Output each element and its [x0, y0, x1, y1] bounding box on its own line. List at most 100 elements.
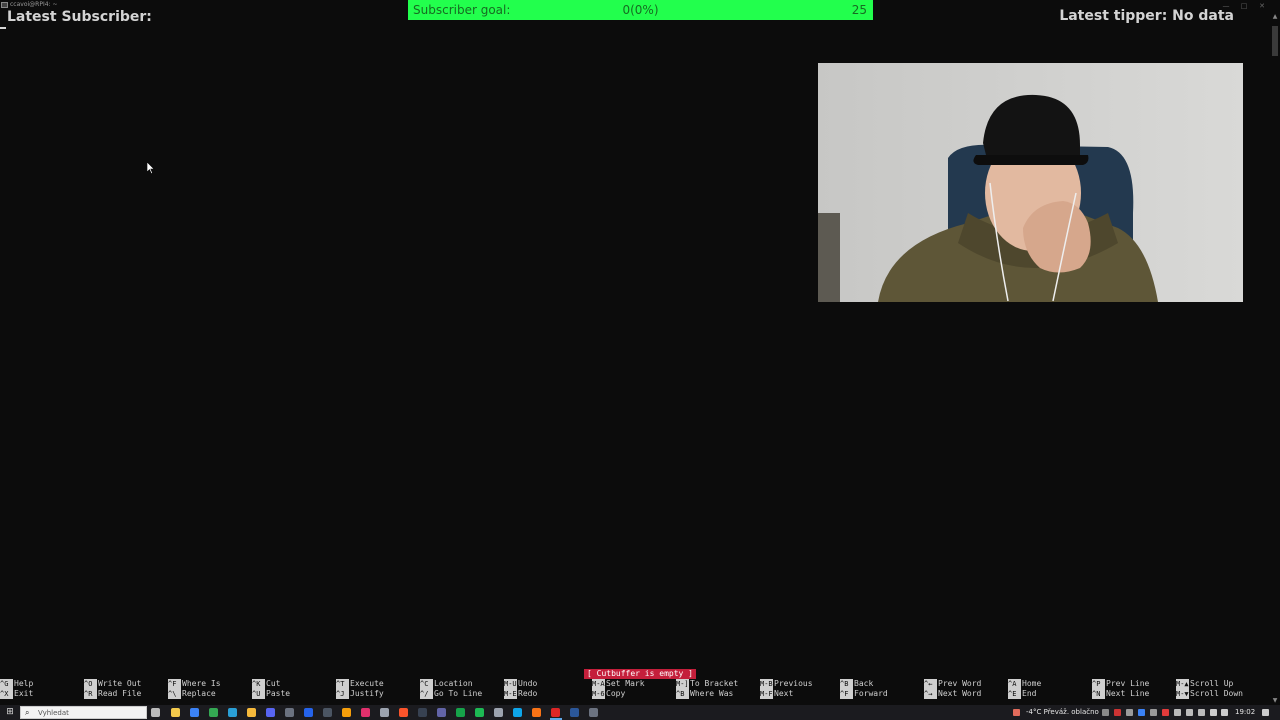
- chrome-icon[interactable]: [209, 708, 218, 717]
- nano-shortcut[interactable]: ^X Exit: [0, 689, 33, 699]
- tray-app-icon[interactable]: [1150, 709, 1157, 716]
- notes-icon[interactable]: [380, 708, 389, 717]
- word-icon[interactable]: [570, 708, 579, 717]
- nano-shortcut[interactable]: M-▼Scroll Down: [1176, 689, 1243, 699]
- nano-shortcut[interactable]: M-ERedo: [504, 689, 537, 699]
- file-explorer-icon[interactable]: [171, 708, 180, 717]
- teams-icon[interactable]: [437, 708, 446, 717]
- terminal-app-icon[interactable]: [323, 708, 332, 717]
- nano-shortcut[interactable]: M-UUndo: [504, 679, 537, 689]
- shortcut-key: ^T: [336, 679, 349, 689]
- maximize-button[interactable]: □: [1238, 0, 1250, 12]
- windows-terminal-icon[interactable]: [589, 708, 598, 717]
- nano-shortcut[interactable]: ^/Go To Line: [420, 689, 482, 699]
- edge-icon[interactable]: [513, 708, 522, 717]
- shortcut-label: End: [1022, 689, 1037, 698]
- nano-shortcut[interactable]: ^O Write Out: [84, 679, 141, 689]
- nano-shortcut[interactable]: ^← Prev Word: [924, 679, 981, 689]
- terminal-scrollbar[interactable]: ▲ ▼: [1270, 12, 1280, 706]
- volume-icon[interactable]: [1221, 709, 1228, 716]
- nano-shortcut[interactable]: ^P Prev Line: [1092, 679, 1149, 689]
- nano-shortcut[interactable]: ^F Where Is: [168, 679, 221, 689]
- shortcut-label: Where Was: [690, 689, 734, 698]
- window-title: ccavoi@RPI4: ~: [10, 1, 58, 8]
- scroll-up-arrow-icon[interactable]: ▲: [1270, 12, 1280, 22]
- nano-shortcut[interactable]: ^T Execute: [336, 679, 384, 689]
- vlc-icon[interactable]: [342, 708, 351, 717]
- weather-text[interactable]: -4°C Převáž. oblačno: [1026, 708, 1099, 716]
- nano-shortcut[interactable]: M-ASet Mark: [592, 679, 645, 689]
- scrollbar-thumb[interactable]: [1272, 26, 1278, 56]
- tray-app-icon[interactable]: [1162, 709, 1169, 716]
- notifications-icon[interactable]: [1262, 709, 1269, 716]
- shortcut-label: Where Is: [182, 679, 221, 688]
- nano-shortcut[interactable]: ^K Cut: [252, 679, 280, 689]
- tray-app-icon[interactable]: [1174, 709, 1181, 716]
- nano-shortcut[interactable]: ^R Read File: [84, 689, 141, 699]
- network-icon[interactable]: [1210, 709, 1217, 716]
- windows-start-icon[interactable]: ⊞: [0, 705, 20, 720]
- terminal-icon: [1, 2, 8, 8]
- nano-shortcut[interactable]: ^U Paste: [252, 689, 290, 699]
- goal-progress: 0(0%): [622, 3, 659, 17]
- shortcut-key: ^B: [840, 679, 853, 689]
- clock-time[interactable]: 19:02: [1235, 708, 1255, 716]
- pdf-icon[interactable]: [551, 708, 560, 717]
- outlook-icon[interactable]: [304, 708, 313, 717]
- excel-icon[interactable]: [456, 708, 465, 717]
- nano-shortcut[interactable]: ^F Forward: [840, 689, 888, 699]
- firefox-icon[interactable]: [532, 708, 541, 717]
- tray-app-icon[interactable]: [1138, 709, 1145, 716]
- shortcut-key: ^G: [0, 679, 13, 689]
- unity-icon[interactable]: [418, 708, 427, 717]
- shortcut-key: ^X: [0, 689, 13, 699]
- nano-shortcut[interactable]: ^J Justify: [336, 689, 384, 699]
- shortcut-label: Go To Line: [434, 689, 483, 698]
- taskbar-search-box[interactable]: ⌕ Vyhledat: [20, 706, 147, 719]
- nano-shortcut[interactable]: ^G Help: [0, 679, 33, 689]
- search-icon: ⌕: [25, 708, 30, 717]
- brave-icon[interactable]: [399, 708, 408, 717]
- nano-shortcut[interactable]: M-FNext: [760, 689, 793, 699]
- shortcut-key: ^\: [168, 689, 181, 699]
- instagram-icon[interactable]: [361, 708, 370, 717]
- shortcut-key: ^U: [252, 689, 265, 699]
- task-view-icon[interactable]: [151, 708, 160, 717]
- nano-shortcut[interactable]: ^\ Replace: [168, 689, 216, 699]
- nano-shortcut[interactable]: ^N Next Line: [1092, 689, 1149, 699]
- nano-shortcut[interactable]: M-]To Bracket: [676, 679, 738, 689]
- nano-shortcut[interactable]: ^B Where Was: [676, 689, 733, 699]
- settings-icon[interactable]: [494, 708, 503, 717]
- tray-app-icon[interactable]: [1114, 709, 1121, 716]
- nano-shortcut[interactable]: M-BPrevious: [760, 679, 813, 689]
- shortcut-key: M-6: [592, 689, 605, 699]
- tray-app-icon[interactable]: [1126, 709, 1133, 716]
- close-button[interactable]: ✕: [1256, 0, 1268, 12]
- shortcut-key: ^P: [1092, 679, 1105, 689]
- spotify-icon[interactable]: [475, 708, 484, 717]
- latest-subscriber-label: Latest Subscriber:: [7, 9, 152, 25]
- nano-shortcut[interactable]: ^E End: [1008, 689, 1036, 699]
- shortcut-label: Next Line: [1106, 689, 1150, 698]
- tray-app-icon[interactable]: [1186, 709, 1193, 716]
- discord-icon[interactable]: [266, 708, 275, 717]
- folder-icon[interactable]: [247, 708, 256, 717]
- store-icon[interactable]: [190, 708, 199, 717]
- nano-shortcut[interactable]: M-▲Scroll Up: [1176, 679, 1233, 689]
- vscode-icon[interactable]: [228, 708, 237, 717]
- tray-app-icon[interactable]: [1198, 709, 1205, 716]
- shortcut-label: Prev Word: [938, 679, 982, 688]
- shortcut-label: Next: [774, 689, 794, 698]
- nano-shortcut[interactable]: ^B Back: [840, 679, 873, 689]
- tray-chevron-icon[interactable]: [1102, 709, 1109, 716]
- shortcut-label: Undo: [518, 679, 538, 688]
- nano-shortcut[interactable]: ^→ Next Word: [924, 689, 981, 699]
- weather-icon[interactable]: [1013, 709, 1020, 716]
- obs-icon[interactable]: [285, 708, 294, 717]
- nano-shortcut[interactable]: M-6Copy: [592, 689, 625, 699]
- shortcut-label: Home: [1022, 679, 1042, 688]
- nano-shortcut[interactable]: ^C Location: [420, 679, 473, 689]
- shortcut-key: M-E: [504, 689, 517, 699]
- nano-shortcut[interactable]: ^A Home: [1008, 679, 1041, 689]
- shortcut-key: ^N: [1092, 689, 1105, 699]
